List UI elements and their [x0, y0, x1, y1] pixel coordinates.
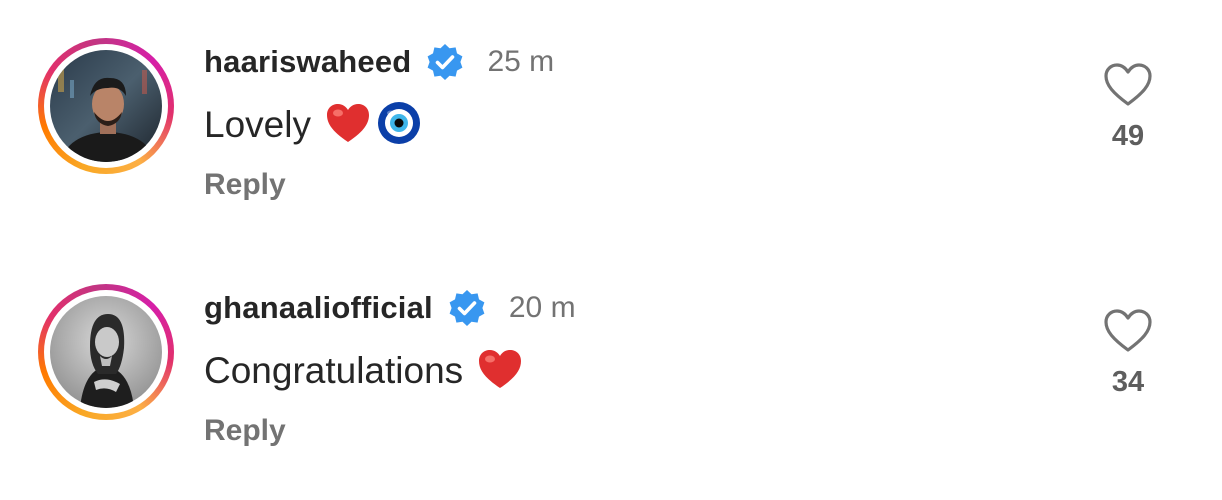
comment-body: Lovely: [204, 100, 421, 150]
verified-badge-icon: [447, 288, 487, 328]
heart-outline-icon[interactable]: [1103, 62, 1153, 108]
avatar-ring-gap: [44, 44, 168, 168]
avatar: [50, 50, 162, 162]
like-count: 49: [1111, 120, 1145, 152]
avatar-ring-gap: [44, 290, 168, 414]
avatar: [50, 296, 162, 408]
nazar-amulet-emoji-icon: [377, 101, 421, 150]
red-heart-emoji-icon: [325, 102, 371, 149]
avatar-story-ring[interactable]: [38, 38, 174, 174]
heart-outline-icon[interactable]: [1103, 308, 1153, 354]
comment-body: Congratulations: [204, 346, 523, 396]
comment-time: 20 m: [508, 291, 576, 324]
like-area: 34: [1098, 308, 1158, 399]
username[interactable]: haariswaheed: [204, 44, 411, 80]
comments-list: haariswaheed 25 m Lovely Reply 49 ghanaa…: [0, 0, 1222, 500]
comment-text: Congratulations: [204, 350, 464, 391]
comment-header: haariswaheed 25 m: [204, 42, 554, 82]
username[interactable]: ghanaaliofficial: [204, 290, 433, 326]
avatar-story-ring[interactable]: [38, 284, 174, 420]
comment-item: haariswaheed 25 m Lovely Reply 49: [0, 34, 1222, 234]
like-count: 34: [1111, 366, 1145, 398]
comment-time: 25 m: [487, 45, 555, 78]
like-area: 49: [1098, 62, 1158, 153]
comment-header: ghanaaliofficial 20 m: [204, 288, 576, 328]
comment-item: ghanaaliofficial 20 m Congratulations Re…: [0, 280, 1222, 480]
comment-text: Lovely: [204, 104, 311, 145]
reply-button[interactable]: Reply: [204, 414, 286, 448]
reply-button[interactable]: Reply: [204, 168, 286, 202]
verified-badge-icon: [425, 42, 465, 82]
red-heart-emoji-icon: [477, 348, 523, 395]
